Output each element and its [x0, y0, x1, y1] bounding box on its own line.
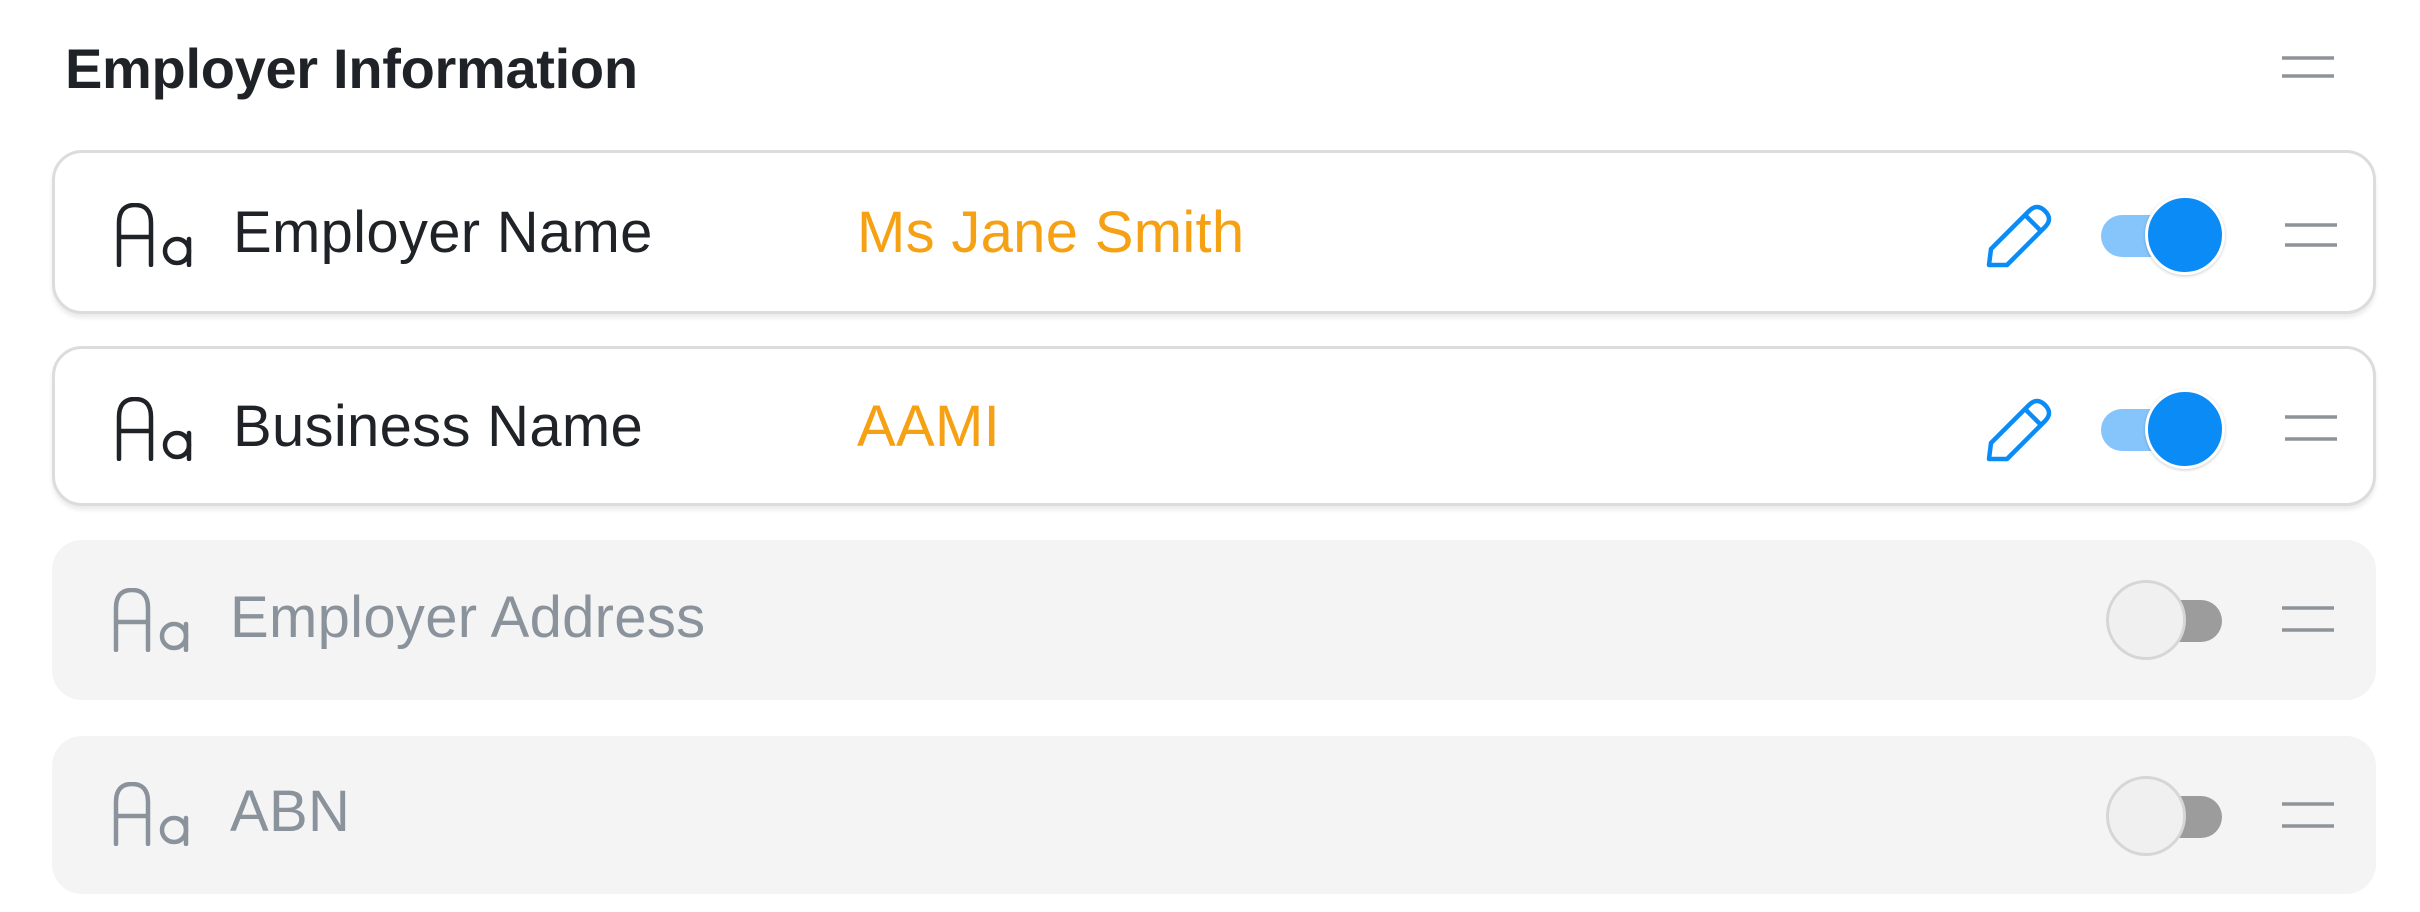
drag-handle-icon[interactable] — [2282, 602, 2334, 638]
field-visibility-toggle[interactable] — [2090, 776, 2222, 856]
toggle-knob — [2106, 580, 2186, 660]
section-header: Employer Information — [0, 0, 2420, 140]
drag-handle-icon[interactable] — [2282, 48, 2334, 84]
field-row-employer-address: Employer Address — [52, 540, 2376, 700]
field-label: Employer Name — [233, 200, 653, 265]
toggle-knob — [2145, 195, 2225, 275]
pencil-icon[interactable] — [1983, 199, 2055, 271]
section-title: Employer Information — [65, 37, 638, 100]
drag-handle-icon[interactable] — [2282, 798, 2334, 834]
field-row-employer-name: Employer Name Ms Jane Smith — [52, 150, 2376, 314]
drag-handle-icon[interactable] — [2285, 411, 2337, 447]
field-visibility-toggle[interactable] — [2093, 195, 2225, 275]
field-visibility-toggle[interactable] — [2090, 580, 2222, 660]
field-value: Ms Jane Smith — [857, 200, 1245, 265]
text-type-icon — [115, 397, 197, 461]
toggle-knob — [2145, 389, 2225, 469]
text-type-icon — [112, 782, 194, 846]
text-type-icon — [115, 203, 197, 267]
text-type-icon — [112, 588, 194, 652]
field-row-business-name: Business Name AAMI — [52, 346, 2376, 506]
drag-handle-icon[interactable] — [2285, 217, 2337, 253]
pencil-icon[interactable] — [1983, 393, 2055, 465]
toggle-knob — [2106, 776, 2186, 856]
field-label: Business Name — [233, 394, 644, 459]
field-label: ABN — [230, 779, 351, 844]
field-visibility-toggle[interactable] — [2093, 389, 2225, 469]
field-value: AAMI — [857, 394, 1000, 459]
field-row-abn: ABN — [52, 736, 2376, 894]
field-label: Employer Address — [230, 585, 706, 650]
